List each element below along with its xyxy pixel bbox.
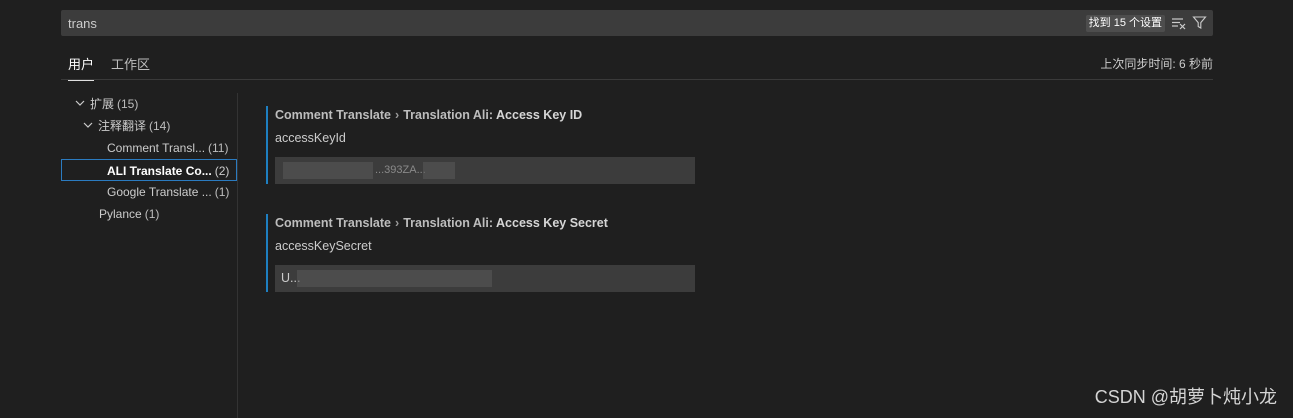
filter-icon[interactable] [1192, 15, 1207, 30]
toc-count: (2) [214, 164, 230, 178]
breadcrumb-separator: › [395, 216, 400, 230]
setting-prefix: Translation Ali: [403, 108, 494, 122]
setting-access-key-secret: Comment Translate › Translation Ali: Acces… [266, 214, 705, 292]
result-count-badge: 找到 15 个设置 [1085, 15, 1165, 32]
setting-description: accessKeyId [275, 131, 346, 145]
redaction-blur [423, 162, 455, 179]
toc-count: (1) [214, 185, 230, 199]
clear-filter-icon[interactable] [1171, 15, 1186, 30]
watermark: CSDN @胡萝卜炖小龙 [1094, 387, 1277, 407]
setting-name: Access Key Secret [496, 216, 608, 230]
redaction-blur [283, 162, 373, 179]
setting-category: Comment Translate [275, 216, 392, 230]
toc-label: Pylance [99, 207, 142, 221]
toc-item-google-translate[interactable]: Google Translate ... (1) [107, 181, 229, 203]
settings-scope-tabs: 用户 工作区 上次同步时间: 6 秒前 [61, 48, 1213, 81]
toc-item-extensions[interactable]: 扩展 (15) [74, 93, 138, 115]
search-actions [1171, 15, 1207, 30]
toc-item-ali-translate[interactable]: ALI Translate Co... (2) [61, 159, 237, 181]
chevron-down-icon [83, 122, 93, 128]
breadcrumb-separator: › [395, 108, 400, 122]
tab-user[interactable]: 用户 [68, 54, 95, 81]
tab-workspace[interactable]: 工作区 [111, 54, 150, 80]
toc-label: Comment Transl... [107, 141, 206, 155]
setting-title: Comment Translate › Translation Ali: Acces… [275, 106, 705, 124]
toc-item-comment-translate-group[interactable]: 注释翻译 (14) [82, 115, 170, 137]
toc-count: (1) [144, 207, 160, 221]
setting-access-key-id: Comment Translate › Translation Ali: Acces… [266, 106, 705, 184]
setting-prefix: Translation Ali: [403, 216, 494, 230]
toc-label: 注释翻译 [98, 119, 147, 133]
settings-search-bar: 找到 15 个设置 [61, 10, 1213, 36]
access-key-id-input[interactable]: ...393ZA... [275, 157, 695, 184]
toc-count: (11) [208, 141, 229, 155]
toc-label: 扩展 [90, 97, 115, 111]
toc-item-pylance[interactable]: Pylance (1) [99, 203, 159, 225]
toc-count: (15) [117, 97, 139, 111]
setting-title: Comment Translate › Translation Ali: Acces… [275, 214, 705, 232]
pane-splitter[interactable] [237, 93, 238, 418]
chevron-down-icon [75, 100, 85, 106]
toc-count: (14) [149, 119, 171, 133]
setting-description: accessKeySecret [275, 239, 372, 253]
toc-label: ALI Translate Co... [107, 164, 212, 178]
toc-label: Google Translate ... [107, 185, 212, 199]
setting-name: Access Key ID [496, 108, 583, 122]
toc-item-comment-translate[interactable]: Comment Transl... (11) [107, 137, 228, 159]
redaction-blur [297, 270, 492, 287]
sync-status: 上次同步时间: 6 秒前 [1100, 57, 1213, 71]
access-key-id-value: ...393ZA... [375, 164, 426, 176]
setting-category: Comment Translate [275, 108, 392, 122]
settings-search-input[interactable] [61, 10, 1061, 36]
access-key-secret-input[interactable]: U... [275, 265, 695, 292]
